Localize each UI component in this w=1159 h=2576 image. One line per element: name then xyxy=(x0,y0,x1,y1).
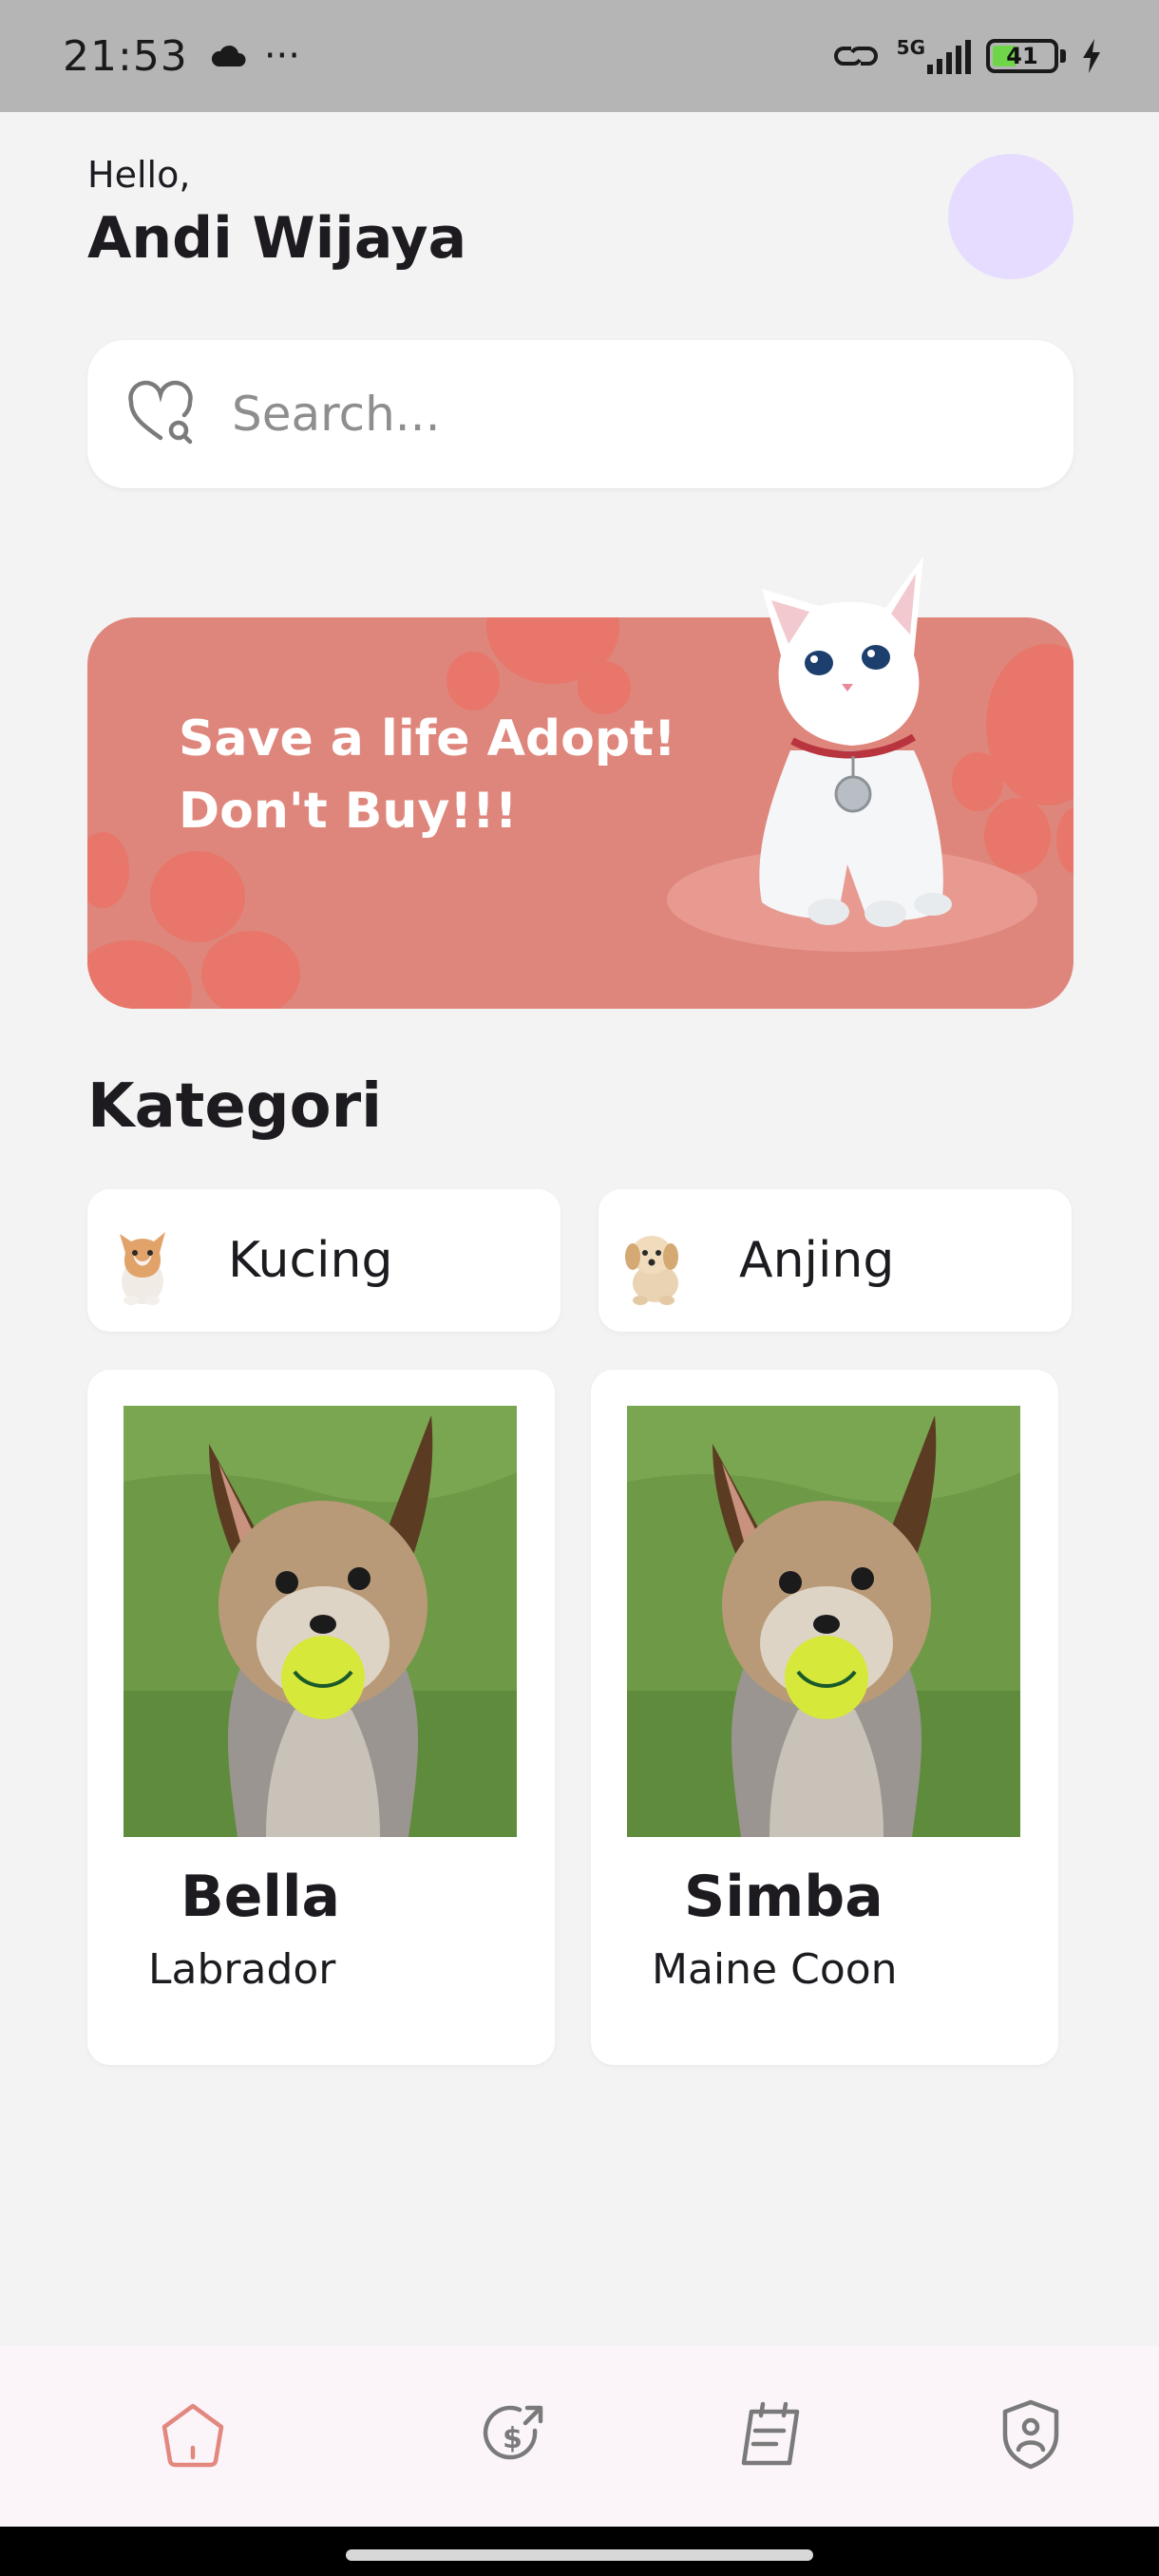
category-label: Anjing xyxy=(739,1232,895,1289)
banner-headline: Save a life Adopt! Don't Buy!!! xyxy=(179,703,711,847)
cloud-icon xyxy=(211,45,246,66)
nav-schedule[interactable] xyxy=(730,2392,815,2477)
link-icon xyxy=(833,46,878,66)
gesture-bar xyxy=(0,2527,1159,2576)
avatar[interactable] xyxy=(948,154,1074,279)
pet-breed: Labrador xyxy=(148,1945,336,1994)
paw-decoration xyxy=(87,832,129,908)
pet-name: Simba xyxy=(684,1864,884,1930)
banner-line-1: Save a life Adopt! xyxy=(179,710,676,767)
pet-card[interactable]: Simba Maine Coon xyxy=(591,1370,1058,2065)
pet-photo xyxy=(627,1406,1020,1837)
home-icon xyxy=(162,2403,224,2468)
status-bar: 21:53 ··· 5G 41 xyxy=(0,0,1159,112)
kitten-thumbnail xyxy=(120,1232,165,1305)
status-time: 21:53 xyxy=(63,31,188,81)
nav-home[interactable] xyxy=(150,2392,236,2477)
more-notifications-icon: ··· xyxy=(263,34,300,78)
paw-decoration xyxy=(201,931,300,1009)
profile-shield-icon xyxy=(1002,2399,1059,2470)
home-indicator[interactable] xyxy=(346,2549,813,2561)
category-anjing[interactable]: Anjing xyxy=(598,1189,1072,1332)
pet-photo xyxy=(124,1406,517,1837)
donation-icon: $ xyxy=(483,2405,543,2460)
charging-icon xyxy=(1083,39,1100,73)
signal-icon xyxy=(927,40,971,74)
nav-profile[interactable] xyxy=(988,2392,1074,2477)
puppy-thumbnail xyxy=(625,1236,678,1305)
user-name: Andi Wijaya xyxy=(87,205,467,272)
category-kucing[interactable]: Kucing xyxy=(87,1189,560,1332)
search-box[interactable] xyxy=(87,340,1074,488)
pet-breed: Maine Coon xyxy=(652,1945,898,1994)
bottom-navigation: $ xyxy=(0,2346,1159,2527)
category-label: Kucing xyxy=(228,1232,393,1289)
network-type: 5G xyxy=(896,36,925,59)
heart-search-icon xyxy=(128,380,193,445)
greeting-text: Hello, xyxy=(87,154,191,196)
paw-decoration xyxy=(87,940,192,1009)
pet-card[interactable]: Bella Labrador xyxy=(87,1370,555,2065)
paw-decoration xyxy=(984,798,1051,874)
banner-line-2: Don't Buy!!! xyxy=(179,783,518,840)
pet-name: Bella xyxy=(180,1864,341,1930)
white-cat-illustration xyxy=(759,557,952,927)
battery-indicator: 41 xyxy=(986,39,1066,73)
paw-decoration xyxy=(1056,807,1074,874)
schedule-icon xyxy=(741,2401,800,2466)
category-section-title: Kategori xyxy=(87,1071,383,1142)
paw-decoration xyxy=(150,851,245,942)
nav-donation[interactable]: $ xyxy=(471,2392,557,2477)
search-input[interactable] xyxy=(232,387,1011,442)
svg-text:$: $ xyxy=(503,2422,522,2455)
paw-decoration xyxy=(446,652,500,710)
battery-level: 41 xyxy=(1006,43,1038,69)
